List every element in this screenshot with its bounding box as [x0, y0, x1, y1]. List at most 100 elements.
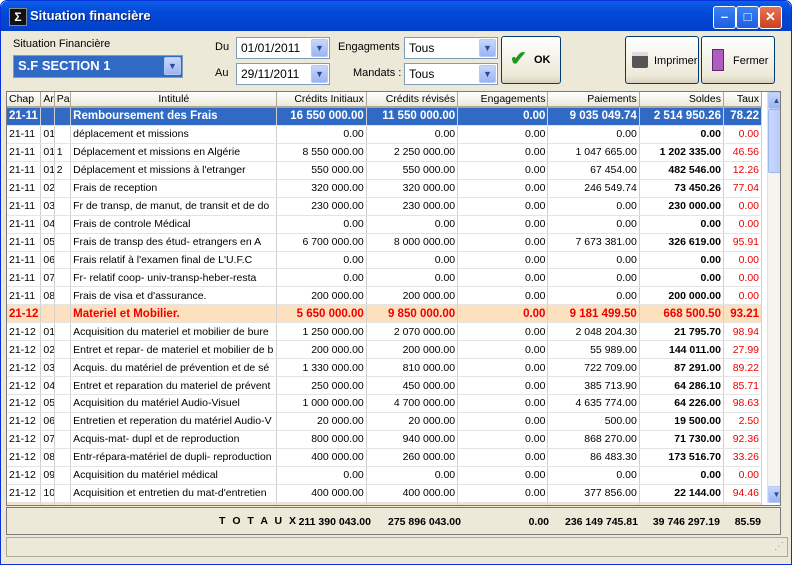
du-date-picker[interactable]: 01/01/2011 ▼ — [236, 37, 330, 59]
table-cell: 02 — [40, 179, 55, 198]
group-row[interactable]: 21-13 Fournitures.4 150 000.004 550 000.0… — [7, 502, 763, 505]
table-cell: 21-11 — [7, 125, 42, 144]
table-cell — [54, 179, 72, 198]
table-row[interactable]: 21-12 05 Acquisition du matériel Audio-Vis… — [7, 394, 763, 413]
column-header[interactable]: Chap — [7, 92, 42, 108]
maximize-button[interactable]: □ — [736, 6, 759, 29]
table-cell: 0.00 — [366, 268, 459, 288]
table-cell: 1 — [54, 143, 72, 162]
table-cell: 450 000.00 — [366, 376, 459, 395]
table-cell: 9 850 000.00 — [366, 304, 459, 324]
column-header[interactable]: Engagements — [457, 92, 549, 108]
table-cell: 2 514 950.26 — [639, 107, 724, 126]
table-cell: 0.00 — [457, 340, 549, 360]
chevron-down-icon[interactable]: ▼ — [311, 65, 328, 83]
group-row[interactable]: 21-12 Materiel et Mobilier. 5 650 000.00 9 … — [7, 304, 763, 324]
fermer-button[interactable]: Fermer — [701, 36, 775, 84]
au-date-picker[interactable]: 29/11/2011 ▼ — [236, 63, 330, 85]
chevron-down-icon[interactable]: ▼ — [164, 57, 181, 75]
minimize-button[interactable]: – — [713, 6, 736, 29]
title-bar[interactable]: Σ Situation financière – □ ✕ — [1, 1, 791, 31]
chevron-down-icon[interactable]: ▼ — [311, 39, 328, 57]
printer-icon — [632, 52, 648, 68]
situation-select[interactable]: S.F SECTION 1 ▼ — [13, 55, 183, 78]
column-header[interactable]: Par — [54, 92, 72, 108]
table-row[interactable]: 21-11 05 Frais de transp des étud- etrange… — [7, 233, 763, 252]
table-cell: Fr de transp, de manut, de transit et de… — [70, 197, 278, 216]
close-button[interactable]: ✕ — [759, 6, 782, 29]
table-row[interactable]: 21-11 04 Frais de controle Médical 0.00 0.00… — [7, 215, 763, 234]
table-cell: 8 000 000.00 — [366, 233, 459, 252]
imprimer-button[interactable]: Imprimer — [625, 36, 699, 84]
column-header[interactable]: Intitulé — [70, 92, 278, 108]
table-cell: 64 226.00 — [639, 394, 724, 413]
table-cell: 89.22 — [723, 358, 763, 378]
table-cell: 4 700 000.00 — [366, 394, 459, 413]
table-row[interactable]: 21-12 08 Entr-répara-matériel de dupli- re… — [7, 448, 763, 467]
mandats-select[interactable]: Tous ▼ — [404, 63, 498, 85]
table-row[interactable]: 21-11 01 2 Déplacement et missions à l'etra… — [7, 161, 763, 180]
engagements-select[interactable]: Tous ▼ — [404, 37, 498, 59]
table-row[interactable]: 21-11 02 Frais de reception 320 000.00 320 0… — [7, 179, 763, 198]
resize-grip-icon[interactable]: ⋰ — [774, 541, 784, 552]
table-cell: 05 — [40, 233, 55, 252]
table-cell: 33.26 — [723, 448, 763, 467]
table-cell — [54, 215, 72, 234]
table-cell — [54, 197, 72, 216]
table-row[interactable]: 21-12 07 Acquis-mat- dupl et de reproducti… — [7, 430, 763, 449]
table-row[interactable]: 21-11 07 Fr- relatif coop- univ-transp-heb… — [7, 268, 763, 288]
table-row[interactable]: 21-11 01 1 Déplacement et missions en Algér… — [7, 143, 763, 162]
table-row[interactable]: 21-12 03 Acquis. du matériel de prévention… — [7, 358, 763, 378]
table-cell: 0.00 — [547, 215, 640, 234]
table-cell: Acquis. du matériel de prévention et de … — [70, 358, 278, 378]
data-grid[interactable]: ChapArtParIntituléCrédits InitiauxCrédit… — [6, 91, 781, 506]
table-cell: 200 000.00 — [366, 286, 459, 306]
table-cell: 2 250 000.00 — [366, 143, 459, 162]
table-cell: 21-11 — [7, 107, 42, 126]
table-row[interactable]: 21-12 09 Acquisition du matériel médical 0.… — [7, 466, 763, 485]
table-cell: 0.00 — [276, 466, 367, 485]
group-row[interactable]: 21-11 Remboursement des Frais 16 550 000.0… — [7, 107, 763, 126]
table-cell: 0.00 — [276, 251, 367, 270]
column-header[interactable]: Art — [40, 92, 55, 108]
table-cell: 21-12 — [7, 376, 42, 395]
vertical-scrollbar[interactable]: ▲ ▼ — [767, 92, 780, 503]
table-row[interactable]: 21-11 06 Frais relatif à l'examen final de… — [7, 251, 763, 270]
table-row[interactable]: 21-11 03 Fr de transp, de manut, de transi… — [7, 197, 763, 216]
table-cell: 722 709.00 — [547, 358, 640, 378]
column-header[interactable]: Paiements — [547, 92, 640, 108]
table-cell: Acquis-mat- dupl et de reproduction — [70, 430, 278, 449]
table-cell: 2 070 000.00 — [366, 322, 459, 342]
scroll-up-icon[interactable]: ▲ — [768, 92, 780, 109]
scroll-down-icon[interactable]: ▼ — [768, 486, 780, 503]
table-row[interactable]: 21-11 08 Frais de visa et d'assurance. 200 … — [7, 286, 763, 306]
table-cell: Entr-répara-matériel de dupli- reproduct… — [70, 448, 278, 467]
table-cell: 4 150 000.00 — [276, 502, 367, 505]
table-cell: 940 000.00 — [366, 430, 459, 449]
table-row[interactable]: 21-12 10 Acquisition et entretien du mat-d… — [7, 484, 763, 503]
table-cell: 95.91 — [723, 233, 763, 252]
table-row[interactable]: 21-11 01 déplacement et missions 0.00 0.00 0.… — [7, 125, 763, 144]
table-row[interactable]: 21-12 04 Entret et reparation du materiel … — [7, 376, 763, 395]
column-header[interactable]: Soldes — [639, 92, 724, 108]
table-cell: 0.00 — [639, 251, 724, 270]
table-cell: 0.00 — [457, 286, 549, 306]
table-row[interactable]: 21-12 02 Entret et repar- de materiel et m… — [7, 340, 763, 360]
table-cell: 0.00 — [457, 376, 549, 395]
column-header[interactable]: Taux — [723, 92, 763, 108]
chevron-down-icon[interactable]: ▼ — [479, 39, 496, 57]
table-row[interactable]: 21-12 01 Acquisition du materiel et mobili… — [7, 322, 763, 342]
table-cell: 78.22 — [723, 107, 763, 126]
table-cell: 71 730.00 — [639, 430, 724, 449]
table-row[interactable]: 21-12 06 Entretien et reperation du matéri… — [7, 412, 763, 431]
table-cell: 21-11 — [7, 233, 42, 252]
ok-button[interactable]: ✔ OK — [501, 36, 561, 84]
scroll-thumb[interactable] — [768, 109, 780, 173]
column-header[interactable]: Crédits révisés — [366, 92, 459, 108]
chevron-down-icon[interactable]: ▼ — [479, 65, 496, 83]
table-cell: 05 — [40, 394, 55, 413]
table-cell — [54, 251, 72, 270]
totals-bar: T O T A U X 211 390 043.00 275 896 043.0… — [6, 507, 781, 535]
column-header[interactable]: Crédits Initiaux — [276, 92, 367, 108]
table-cell: 2.50 — [723, 412, 763, 431]
